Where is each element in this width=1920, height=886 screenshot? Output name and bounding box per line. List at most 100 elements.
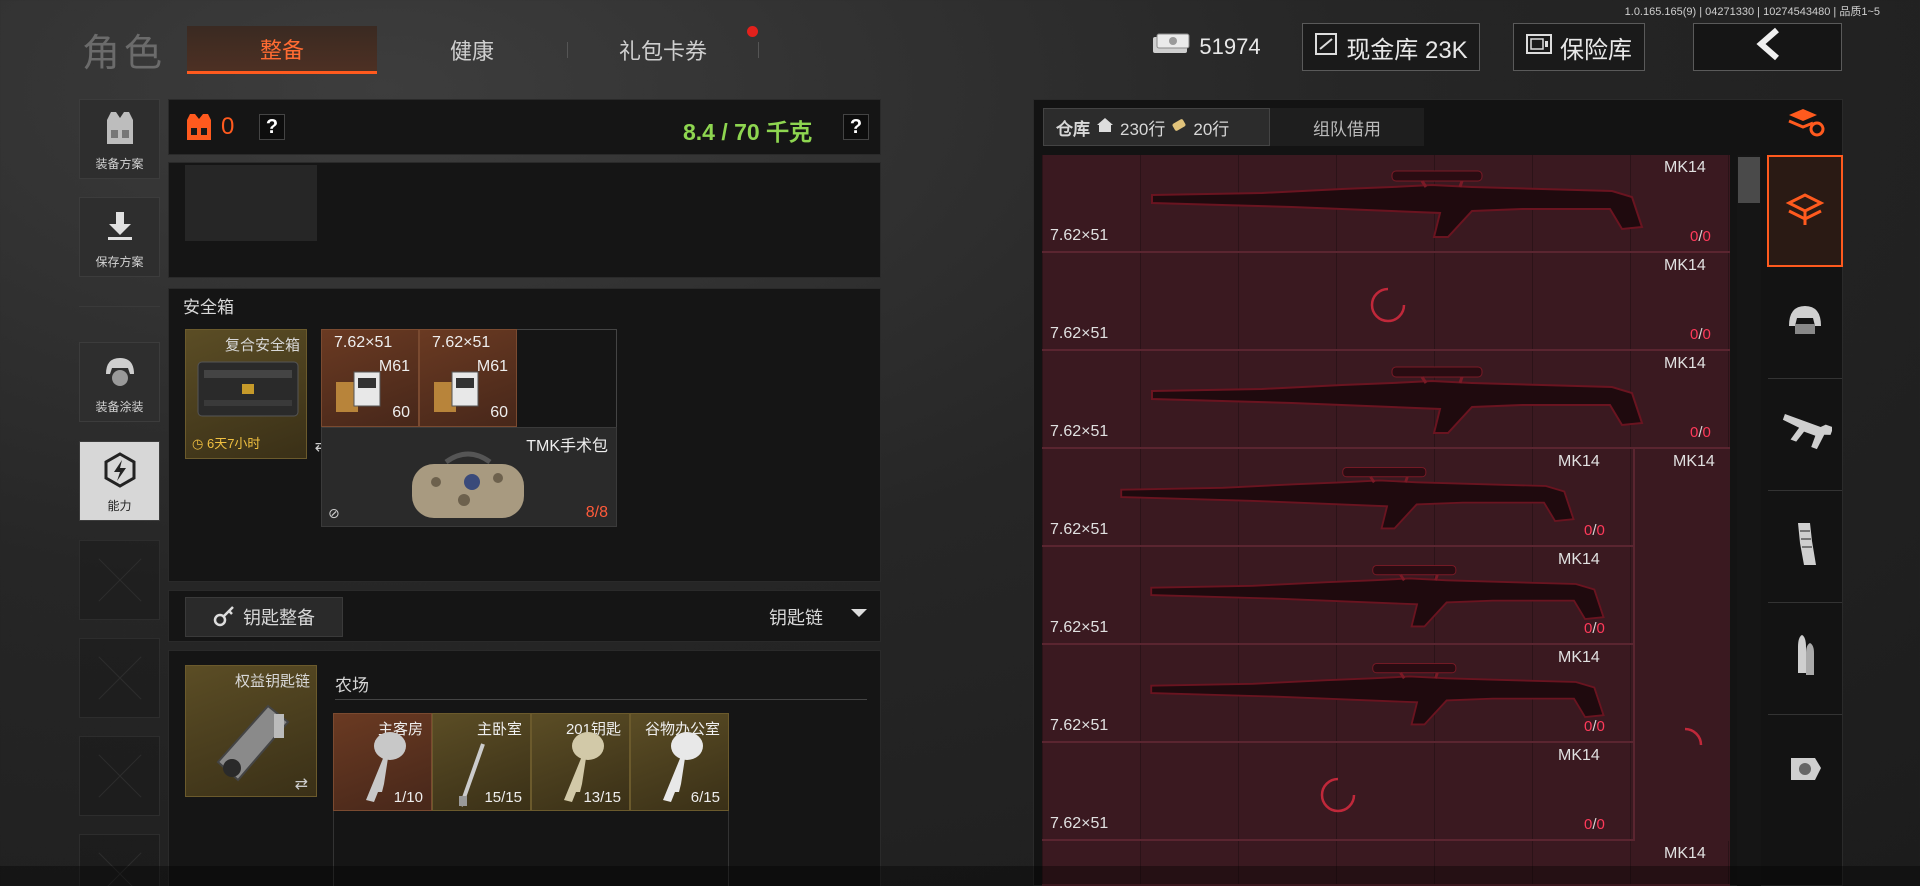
weapon-name: MK14 xyxy=(1673,453,1715,470)
download-icon xyxy=(105,198,135,253)
ammo-box-icon xyxy=(334,360,390,419)
sort-refresh-button[interactable] xyxy=(1768,99,1842,149)
loadout-plan-label: 装备方案 xyxy=(95,157,144,171)
safe-box-panel: 安全箱 复合安全箱 ◷ 6天7小时 ⇄ 7.62×51 M61 60 7.62×… xyxy=(168,288,881,582)
key-loadout-button[interactable]: 钥匙整备 xyxy=(185,597,343,637)
warehouse-item[interactable]: MK14 7.62×51 0/0 xyxy=(1042,253,1730,351)
no-insure-icon: ⊘ xyxy=(328,505,340,521)
weight-help-icon[interactable]: ? xyxy=(843,114,869,140)
scrollbar-thumb[interactable] xyxy=(1738,157,1760,203)
team-borrow-tab[interactable]: 组队借用 xyxy=(1270,108,1424,146)
ammo-caliber: 7.62×51 xyxy=(334,334,393,351)
weapon-ammo-count: 0/0 xyxy=(1690,228,1711,245)
weapon-ammo-count: 0/0 xyxy=(1690,424,1711,441)
warehouse-tab[interactable]: 仓库 230行 20行 xyxy=(1043,108,1270,146)
empty-slot xyxy=(79,736,160,816)
tab-gift-coupons[interactable]: 礼包卡券 xyxy=(568,26,758,74)
key-name: 主卧室 xyxy=(476,721,522,738)
category-ammo[interactable] xyxy=(1768,603,1842,715)
weapon-ammo-count: 0/0 xyxy=(1584,718,1605,735)
key-count: 15/15 xyxy=(484,789,522,806)
ammo-item[interactable]: 7.62×51 M61 60 xyxy=(321,329,419,427)
keychain-item[interactable]: 权益钥匙链 ⇄ xyxy=(185,665,317,797)
warehouse-item[interactable]: MK14 7.62×51 0/0 xyxy=(1042,743,1730,841)
key-location: 农场 xyxy=(335,676,369,695)
safe-icon xyxy=(1526,33,1552,62)
vault-icon xyxy=(1314,32,1338,63)
save-plan-button[interactable]: 保存方案 xyxy=(79,197,160,277)
weapon-name: MK14 xyxy=(1558,747,1600,764)
category-helmet[interactable] xyxy=(1768,267,1842,379)
key-item[interactable]: 201钥匙 13/15 xyxy=(531,713,630,811)
safe-timer-value: 6天7小时 xyxy=(206,436,261,451)
magazine-icon xyxy=(1792,521,1818,572)
weapon-ammo-type: 7.62×51 xyxy=(1050,325,1109,342)
page-title: 角色 xyxy=(82,33,167,75)
warehouse-item[interactable]: MK14 7.62×51 0/0 xyxy=(1042,155,1730,253)
rifle-image xyxy=(1142,157,1662,251)
location-divider xyxy=(335,699,867,700)
medkit-item[interactable]: TMK手术包 ⊘ 8/8 xyxy=(321,427,617,527)
equipment-skin-button[interactable]: 装备涂装 xyxy=(79,342,160,422)
weapon-name: MK14 xyxy=(1664,159,1706,176)
warehouse-item[interactable]: MK14 7.62×51 0/0 xyxy=(1042,351,1730,449)
help-icon[interactable]: ? xyxy=(259,114,285,140)
side-weapon-item[interactable]: MK14 xyxy=(1633,449,1730,841)
ability-button[interactable]: 能力 xyxy=(79,441,160,521)
equipment-slot[interactable] xyxy=(185,165,317,241)
tab-loadout[interactable]: 整备 xyxy=(187,26,377,74)
weapon-ammo-type: 7.62×51 xyxy=(1050,619,1109,636)
category-all[interactable] xyxy=(1767,155,1843,267)
weapon-ammo-count: 0/0 xyxy=(1584,620,1605,637)
ammo-icon xyxy=(1790,633,1820,684)
weapon-ammo-count: 0/0 xyxy=(1690,326,1711,343)
cash-vault-button[interactable]: 现金库 23K xyxy=(1302,23,1480,71)
key-count: 6/15 xyxy=(690,789,720,806)
key-loadout-label: 钥匙整备 xyxy=(243,608,315,628)
insurance-vault-button[interactable]: 保险库 xyxy=(1513,23,1645,71)
rifle-image xyxy=(1112,451,1592,545)
ammo-count: 60 xyxy=(490,404,508,421)
category-weapon[interactable] xyxy=(1768,379,1842,491)
warehouse-scrollbar[interactable] xyxy=(1737,155,1761,886)
category-magazine[interactable] xyxy=(1768,491,1842,603)
ammo-item[interactable]: 7.62×51 M61 60 xyxy=(419,329,517,427)
chevron-down-icon[interactable] xyxy=(849,605,869,626)
ticket-icon xyxy=(1171,117,1187,137)
category-attachment[interactable] xyxy=(1768,715,1842,827)
warehouse-item[interactable]: MK14 7.62×51 0/0 xyxy=(1042,449,1730,547)
safe-box-item[interactable]: 复合安全箱 ◷ 6天7小时 ⇄ xyxy=(185,329,328,459)
weapon-name: MK14 xyxy=(1664,257,1706,274)
ammo-count: 60 xyxy=(392,404,410,421)
loadout-plan-button[interactable]: 装备方案 xyxy=(79,99,160,179)
key-item[interactable]: 主客房 1/10 xyxy=(333,713,432,811)
back-button[interactable] xyxy=(1693,23,1842,71)
key-item[interactable]: 谷物办公室 6/15 xyxy=(630,713,729,811)
key-count: 13/15 xyxy=(583,789,621,806)
safe-box-title: 安全箱 xyxy=(183,298,234,317)
ability-icon xyxy=(102,442,138,497)
key-item[interactable]: 主卧室 15/15 xyxy=(432,713,531,811)
card-key-icon xyxy=(457,742,487,813)
helmet-icon xyxy=(1785,302,1825,343)
warehouse-item[interactable]: MK14 7.62×51 0/0 xyxy=(1042,547,1730,645)
sidebar-divider xyxy=(79,306,160,307)
cash-vault-label: 现金库 23K xyxy=(1346,36,1468,64)
loadout-header: 0 ? 8.4 / 70 千克 ? xyxy=(168,99,881,155)
keys-panel: 权益钥匙链 ⇄ 农场 主客房 1/10 主卧室 15/15 201钥匙 13/1… xyxy=(168,650,881,886)
weapon-name: MK14 xyxy=(1664,355,1706,372)
vest-icon xyxy=(103,100,137,155)
tab-health[interactable]: 健康 xyxy=(377,26,567,74)
medkit-count: 8/8 xyxy=(585,504,608,521)
version-label: 1.0.165.165(9) | 04271330 | 10274543480 … xyxy=(1624,6,1880,18)
safe-timer: ◷ 6天7小时 xyxy=(192,436,261,451)
weapon-ammo-count: 0/0 xyxy=(1584,522,1605,539)
equipment-panel xyxy=(168,162,881,278)
warehouse-item[interactable]: MK14 7.62×51 0/0 xyxy=(1042,645,1730,743)
swap-icon[interactable]: ⇄ xyxy=(295,774,308,794)
insurance-vault-label: 保险库 xyxy=(1560,36,1632,64)
keychain-name: 权益钥匙链 xyxy=(234,673,310,690)
armor-count: 0 xyxy=(221,113,235,140)
ability-label: 能力 xyxy=(107,499,132,513)
weapon-name: MK14 xyxy=(1664,845,1706,862)
